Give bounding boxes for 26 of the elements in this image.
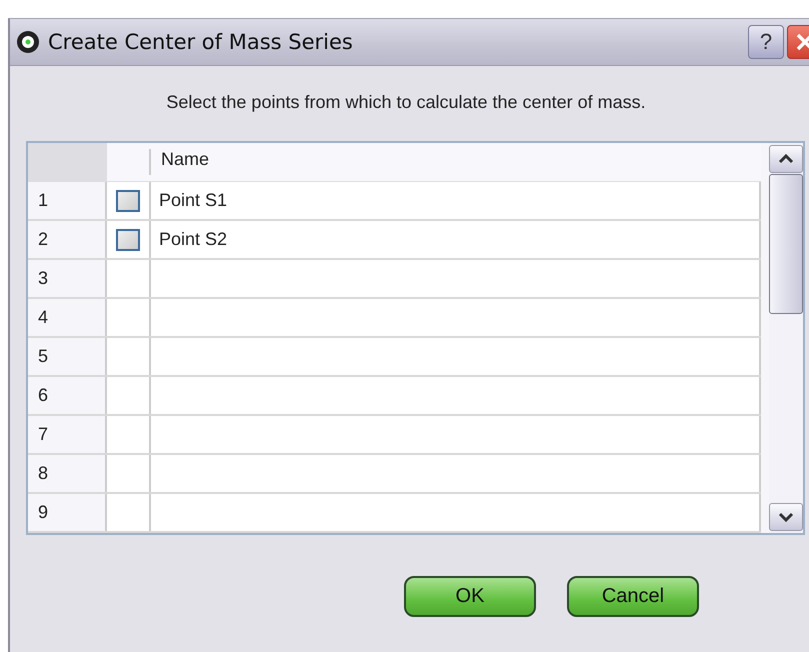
scroll-thumb[interactable]: [769, 174, 803, 314]
window-title: Create Center of Mass Series: [48, 30, 354, 54]
instruction-text: Select the points from which to calculate the center of mass.: [165, 91, 647, 114]
table-cell: Point S1: [159, 190, 228, 211]
checkbox[interactable]: [116, 190, 140, 212]
scrollbar[interactable]: [769, 143, 803, 533]
scroll-up-button[interactable]: [769, 145, 803, 173]
row-number: 5: [28, 338, 107, 375]
row-number: 7: [28, 416, 107, 453]
cancel-button[interactable]: Cancel: [567, 576, 699, 617]
table-cell: Point S2: [159, 229, 228, 250]
scroll-down-button[interactable]: [769, 503, 803, 531]
column-header: Name: [160, 148, 210, 171]
row-number: 1: [28, 182, 107, 219]
caret-up-icon: [778, 154, 794, 164]
row-number: 8: [28, 455, 107, 492]
ok-button[interactable]: OK: [404, 576, 536, 617]
row-number: 4: [28, 299, 107, 336]
row-number: 3: [28, 260, 107, 297]
caret-down-icon: [778, 512, 794, 522]
row-number: 9: [28, 494, 107, 531]
help-button[interactable]: ?: [748, 25, 784, 59]
row-number: 6: [28, 377, 107, 414]
checkbox[interactable]: [116, 228, 140, 250]
app-icon: [16, 30, 40, 54]
row-number: 2: [28, 221, 107, 258]
